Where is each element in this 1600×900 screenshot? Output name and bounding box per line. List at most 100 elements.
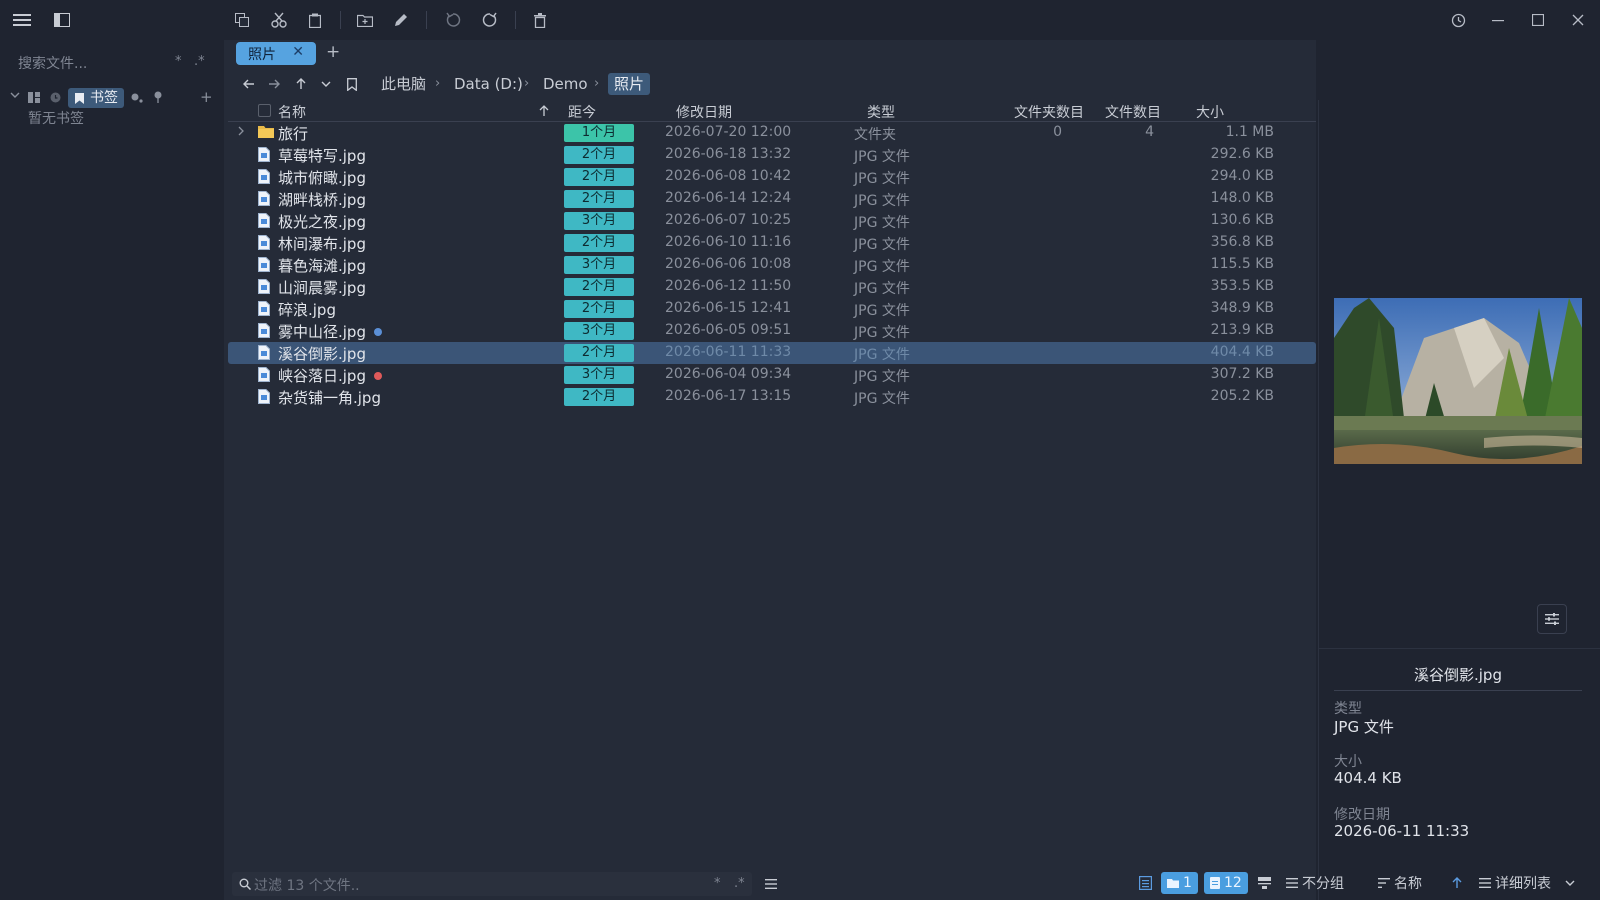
maximize-icon[interactable]: [1525, 7, 1551, 33]
breadcrumb-item[interactable]: Demo: [543, 73, 588, 95]
folder-row[interactable]: 旅行 1个月 2026-07-20 12:00 文件夹 0 4 1.1 MB: [228, 122, 1316, 144]
modified-date: 2026-06-07 10:25: [665, 212, 792, 228]
redo-icon[interactable]: [477, 7, 503, 33]
undo-icon[interactable]: [440, 7, 466, 33]
view-mode-button[interactable]: 详细列表: [1479, 872, 1575, 894]
age-badge: 2个月: [564, 344, 634, 362]
bookmarks-tab[interactable]: 书签: [68, 88, 124, 108]
breadcrumb-item[interactable]: Data (D:): [454, 73, 523, 95]
back-icon[interactable]: [236, 71, 262, 97]
details-view-icon[interactable]: [1139, 872, 1152, 894]
preview-settings-button[interactable]: [1537, 604, 1567, 634]
file-name: 溪谷倒影.jpg: [278, 345, 366, 363]
select-all-checkbox[interactable]: [258, 104, 271, 117]
column-item-count[interactable]: 文件数目: [1105, 102, 1161, 122]
grid-view-icon[interactable]: [28, 92, 40, 103]
add-bookmark-icon[interactable]: +: [200, 88, 213, 106]
chevron-down-icon: [1565, 880, 1575, 886]
tag-icon[interactable]: [131, 92, 143, 103]
folder-count-badge[interactable]: 1: [1161, 872, 1198, 894]
breadcrumb-item[interactable]: 此电脑: [381, 73, 426, 95]
regex-toggle[interactable]: .*: [194, 54, 205, 69]
column-size[interactable]: 大小: [1196, 102, 1224, 122]
age-badge: 2个月: [564, 146, 634, 164]
tab-photos[interactable]: 照片 ✕: [236, 42, 316, 65]
paste-icon[interactable]: [302, 7, 328, 33]
modified-date: 2026-06-15 12:41: [665, 300, 792, 316]
modified-date: 2026-07-20 12:00: [665, 124, 792, 140]
modified-date: 2026-06-06 10:08: [665, 256, 792, 272]
history-icon[interactable]: [1445, 7, 1471, 33]
file-row[interactable]: 碎浪.jpg 2个月 2026-06-15 12:41 JPG 文件 348.9 KB: [228, 298, 1316, 320]
image-file-icon: [258, 169, 270, 184]
column-modified[interactable]: 修改日期: [676, 102, 732, 122]
item-count-cell: 4: [1145, 124, 1154, 140]
tab-label: 照片: [248, 46, 276, 63]
list-options-icon[interactable]: [758, 871, 784, 897]
toolbar-separator: [515, 11, 516, 29]
breadcrumb-current[interactable]: 照片: [608, 73, 651, 95]
rename-icon[interactable]: [388, 7, 414, 33]
tab-close-icon[interactable]: ✕: [292, 44, 304, 60]
column-folder-count[interactable]: 文件夹数目: [1014, 102, 1084, 122]
file-row[interactable]: 峡谷落日.jpg 3个月 2026-06-04 09:34 JPG 文件 307.2 K…: [228, 364, 1316, 386]
close-icon[interactable]: [1565, 7, 1591, 33]
file-row[interactable]: 极光之夜.jpg 3个月 2026-06-07 10:25 JPG 文件 130.6 K…: [228, 210, 1316, 232]
menu-icon[interactable]: [9, 7, 35, 33]
file-row[interactable]: 城市俯瞰.jpg 2个月 2026-06-08 10:42 JPG 文件 294.0 K…: [228, 166, 1316, 188]
file-count-badge[interactable]: 12: [1204, 872, 1248, 894]
group-by-button[interactable]: 不分组: [1286, 872, 1344, 894]
layout-toggle-icon[interactable]: [1258, 872, 1271, 894]
file-type: JPG 文件: [854, 259, 910, 275]
file-name: 旅行: [278, 125, 309, 143]
file-row[interactable]: 溪谷倒影.jpg 2个月 2026-06-11 11:33 JPG 文件 404.4 K…: [228, 342, 1316, 364]
history-dropdown-icon[interactable]: [313, 71, 339, 97]
bookmark-icon: [75, 93, 84, 104]
delete-icon[interactable]: [527, 7, 553, 33]
file-row[interactable]: 杂货铺一角.jpg 2个月 2026-06-17 13:15 JPG 文件 205.2 …: [228, 386, 1316, 408]
filter-wildcard-toggle[interactable]: *: [714, 876, 721, 891]
breadcrumb-chevron-icon: ›: [435, 76, 441, 91]
group-by-label: 不分组: [1302, 876, 1344, 892]
file-row[interactable]: 暮色海滩.jpg 3个月 2026-06-06 10:08 JPG 文件 115.5 K…: [228, 254, 1316, 276]
sort-by-button[interactable]: 名称: [1378, 872, 1422, 894]
file-type: JPG 文件: [854, 303, 910, 319]
filter-regex-toggle[interactable]: .*: [734, 876, 745, 891]
new-folder-icon[interactable]: [352, 7, 378, 33]
minimize-icon[interactable]: [1485, 7, 1511, 33]
file-row[interactable]: 林间瀑布.jpg 2个月 2026-06-10 11:16 JPG 文件 356.8 K…: [228, 232, 1316, 254]
filter-box: 过滤 13 个文件.. * .*: [232, 872, 752, 896]
filter-input[interactable]: 过滤 13 个文件..: [254, 875, 360, 895]
chevron-down-icon[interactable]: [10, 92, 20, 99]
modified-date: 2026-06-14 12:24: [665, 190, 792, 206]
recent-icon[interactable]: [50, 92, 61, 103]
file-type: JPG 文件: [854, 149, 910, 165]
bookmark-section-header: 书签 +: [10, 88, 215, 108]
column-name[interactable]: 名称: [278, 102, 306, 122]
file-row[interactable]: 草莓特写.jpg 2个月 2026-06-18 13:32 JPG 文件 292.6 K…: [228, 144, 1316, 166]
search-icon: [239, 878, 251, 890]
pin-icon[interactable]: [153, 91, 163, 103]
copy-icon[interactable]: [229, 7, 255, 33]
column-type[interactable]: 类型: [867, 102, 895, 122]
search-input[interactable]: 搜索文件...: [18, 53, 168, 73]
image-file-icon: [258, 257, 270, 272]
sort-ascending-icon[interactable]: [539, 105, 549, 117]
column-age[interactable]: 距今: [568, 102, 596, 122]
file-row[interactable]: 山涧晨雾.jpg 2个月 2026-06-12 11:50 JPG 文件 353.5 K…: [228, 276, 1316, 298]
cut-icon[interactable]: [266, 7, 292, 33]
file-size: 213.9 KB: [1210, 322, 1274, 338]
file-type: JPG 文件: [854, 215, 910, 231]
file-name: 林间瀑布.jpg: [278, 235, 366, 253]
file-row[interactable]: 湖畔栈桥.jpg 2个月 2026-06-14 12:24 JPG 文件 148.0 K…: [228, 188, 1316, 210]
bookmark-outline-icon[interactable]: [339, 71, 365, 97]
up-icon[interactable]: [288, 71, 314, 97]
sort-direction-icon[interactable]: [1452, 872, 1462, 894]
toggle-sidebar-icon[interactable]: [49, 7, 75, 33]
forward-icon[interactable]: [261, 71, 287, 97]
new-tab-button[interactable]: +: [326, 42, 340, 62]
wildcard-toggle[interactable]: *: [175, 54, 182, 69]
expand-chevron-icon[interactable]: [238, 126, 245, 136]
color-tag-dot: [374, 328, 382, 336]
file-row[interactable]: 雾中山径.jpg 3个月 2026-06-05 09:51 JPG 文件 213.9 K…: [228, 320, 1316, 342]
